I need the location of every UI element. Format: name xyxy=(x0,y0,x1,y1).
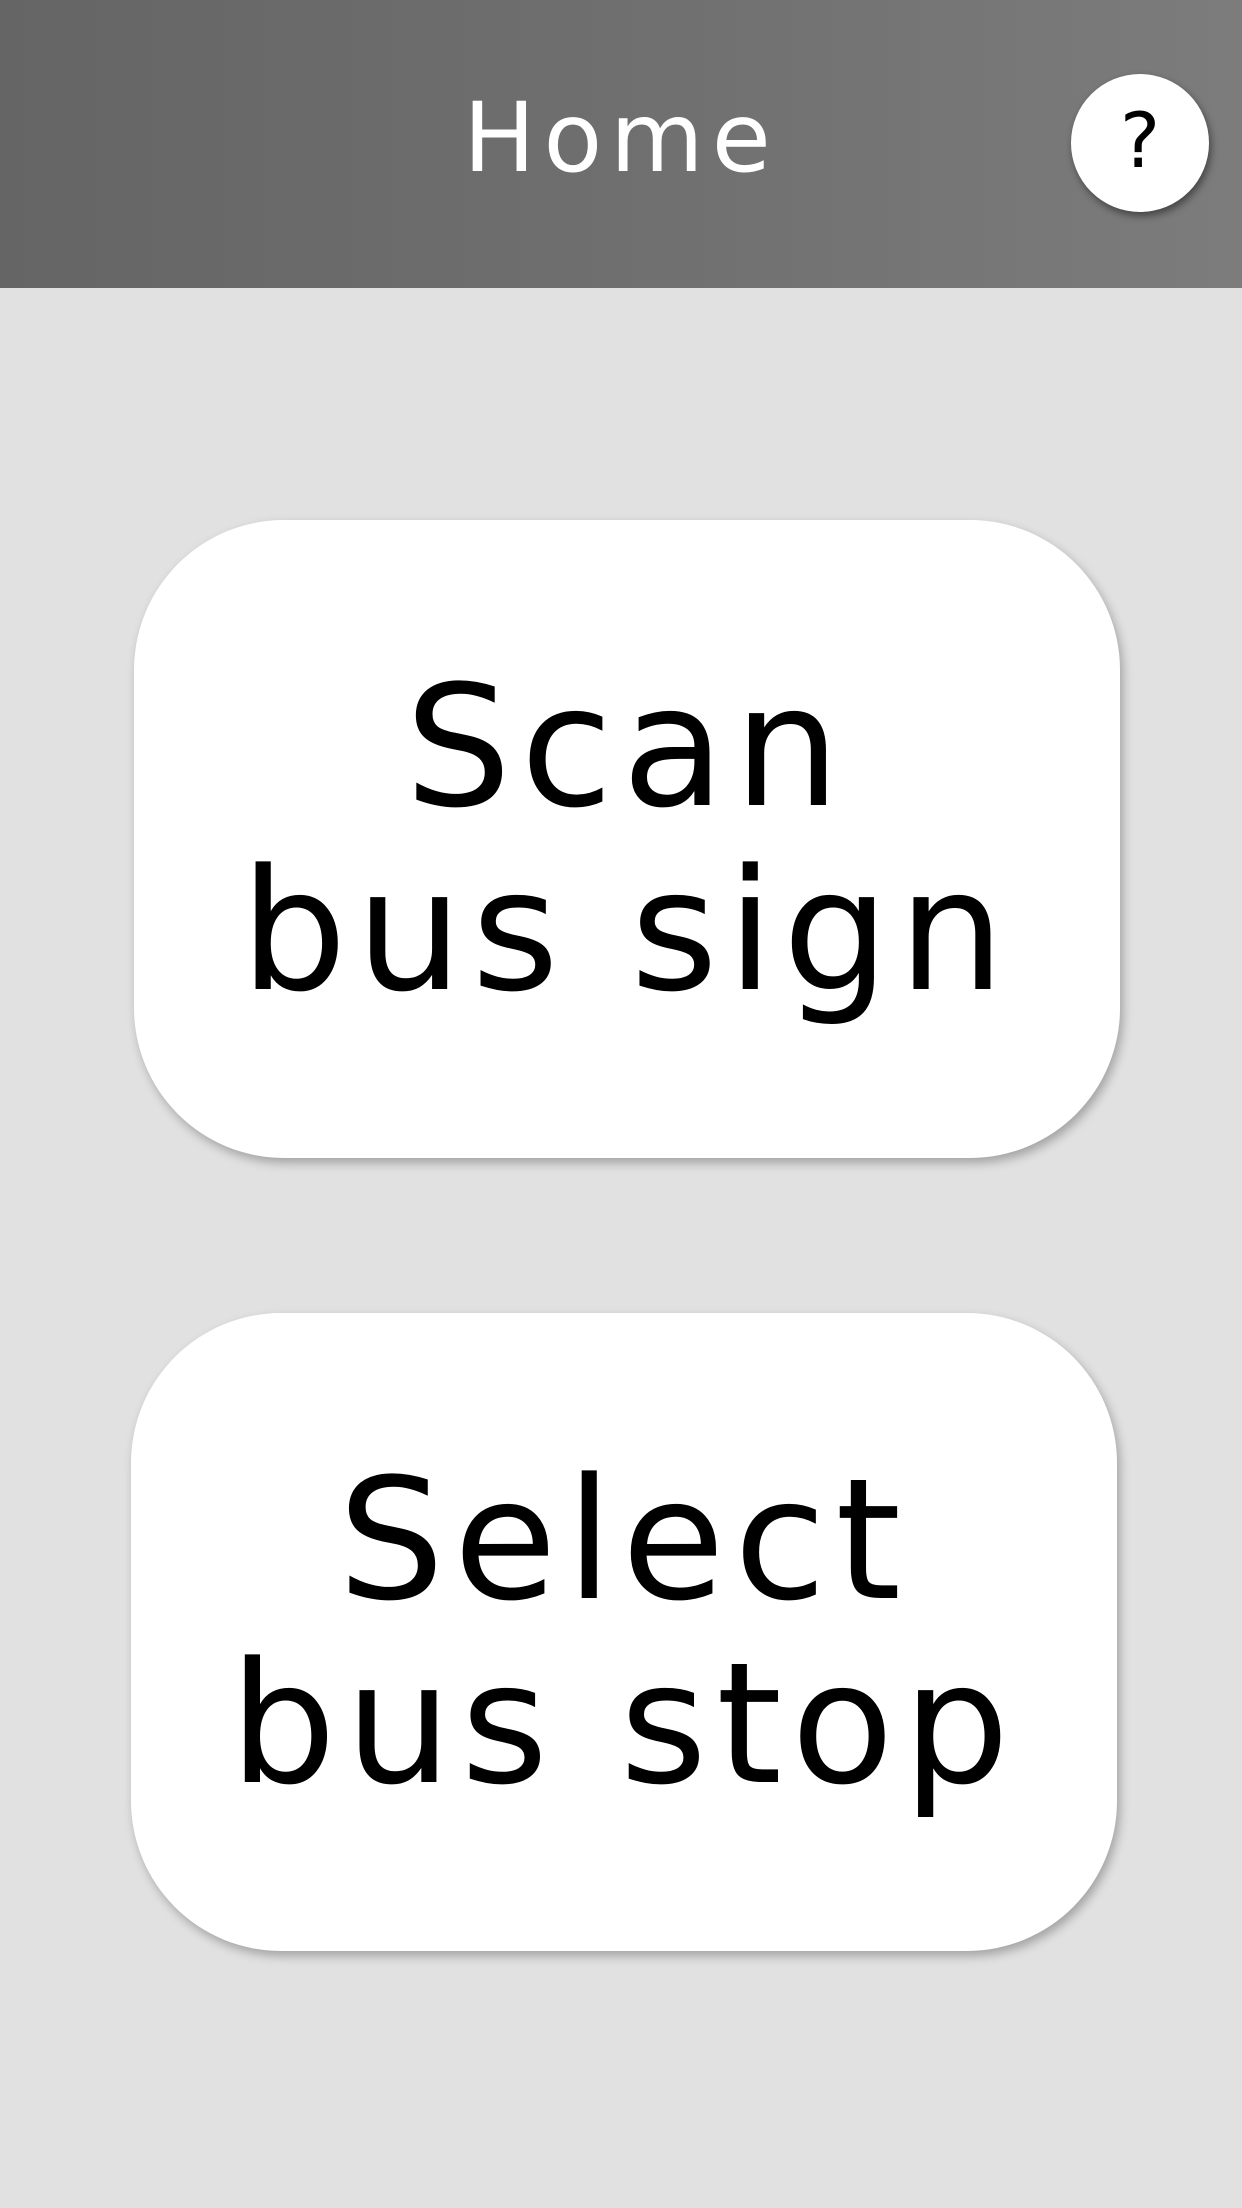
select-bus-stop-label-line1: Select xyxy=(337,1442,911,1638)
top-app-bar: Home ? xyxy=(0,0,1242,288)
page-title: Home xyxy=(463,82,779,194)
scan-bus-sign-button[interactable]: Scan bus sign xyxy=(134,520,1120,1158)
scan-bus-sign-label-line1: Scan xyxy=(404,649,850,845)
scan-bus-sign-label-line2: bus sign xyxy=(240,833,1014,1029)
help-button[interactable]: ? xyxy=(1071,74,1209,212)
question-mark-icon: ? xyxy=(1119,96,1161,185)
select-bus-stop-button[interactable]: Select bus stop xyxy=(131,1313,1117,1951)
select-bus-stop-label-line2: bus stop xyxy=(229,1626,1019,1822)
